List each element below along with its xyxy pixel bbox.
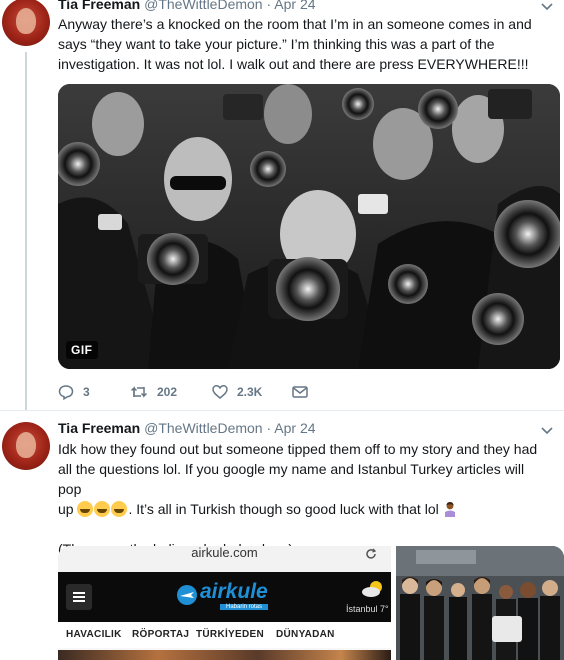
tweet-text-line: Idk how they found out but someone tippe… <box>58 441 538 457</box>
tweet-text-fragment: up <box>58 501 74 517</box>
tweet-text-line: all the questions lol. If you google my … <box>58 461 525 497</box>
tweet-text-line: says “they want to take your picture.” I… <box>58 36 495 52</box>
tweet-actions: 3 202 2.3K <box>58 380 308 404</box>
tweet-text-fragment: . It’s all in Turkish though so good luc… <box>128 501 439 517</box>
chevron-down-icon[interactable] <box>540 0 554 14</box>
article-screenshot-image[interactable]: airkule.com airkule Habarin rotas İstanb… <box>58 546 391 660</box>
group-photo <box>396 546 564 660</box>
display-name[interactable]: Tia Freeman <box>58 420 140 436</box>
gif-badge: GIF <box>66 341 98 359</box>
paparazzi-gif-image <box>58 84 560 369</box>
browser-url: airkule.com <box>191 546 258 560</box>
avatar[interactable] <box>2 0 50 46</box>
hamburger-icon <box>73 592 85 602</box>
display-name[interactable]: Tia Freeman <box>58 0 140 12</box>
airkule-logo-text: airkule <box>200 580 268 603</box>
airkule-tagline: Habarin rotas <box>220 604 269 610</box>
tears-of-joy-emoji <box>111 501 128 517</box>
tears-of-joy-emoji <box>77 501 94 517</box>
avatar-face <box>16 432 36 458</box>
reply-icon <box>58 385 74 400</box>
person-shrugging-emoji <box>444 502 455 517</box>
tweet-text: Idk how they found out but someone tippe… <box>58 439 542 559</box>
tweet-header: Tia Freeman @TheWittleDemon · Apr 24 <box>58 420 316 436</box>
airkule-logo: airkule Habarin rotas <box>176 580 296 614</box>
nav-item-turkiyeden: TÜRKİYEDEN <box>196 629 265 640</box>
reply-count: 3 <box>83 385 90 399</box>
tweet-text: Anyway there’s a knocked on the room tha… <box>58 14 542 74</box>
reply-button[interactable]: 3 <box>58 384 130 400</box>
like-button[interactable]: 2.3K <box>212 384 292 400</box>
tweet-date[interactable]: Apr 24 <box>274 0 315 12</box>
nav-item-roportaj: RÖPORTAJ <box>132 629 190 640</box>
nav-item-havacilik: HAVACILIK <box>66 629 122 640</box>
retweet-button[interactable]: 202 <box>130 384 212 400</box>
thread-line <box>25 52 27 410</box>
retweet-icon <box>130 386 148 398</box>
plane-logo-icon <box>177 585 197 605</box>
site-header: airkule Habarin rotas İstanbul 7° <box>58 572 391 622</box>
tweet-text-line: up . It’s all in Turkish though so good … <box>58 499 542 519</box>
tweet-divider <box>0 410 564 411</box>
separator: · <box>266 420 272 436</box>
tweet-date[interactable]: Apr 24 <box>274 420 315 436</box>
tweet-header: Tia Freeman @TheWittleDemon · Apr 24 <box>58 0 316 12</box>
avatar[interactable] <box>2 422 50 470</box>
tweet-text-line: investigation. It was not lol. I walk ou… <box>58 56 529 72</box>
like-count: 2.3K <box>237 385 263 399</box>
heart-icon <box>212 385 228 399</box>
article-photo-strip <box>58 650 391 660</box>
site-nav: HAVACILIK RÖPORTAJ TÜRKİYEDEN DÜNYADAN <box>58 622 391 648</box>
partly-cloudy-icon <box>362 581 382 597</box>
separator: · <box>266 0 272 12</box>
weather-location: İstanbul 7° <box>346 604 389 614</box>
retweet-count: 202 <box>157 385 178 399</box>
chevron-down-icon[interactable] <box>540 424 554 438</box>
nav-item-dunyadan: DÜNYADAN <box>276 629 335 640</box>
menu-button <box>66 584 92 610</box>
envelope-icon <box>292 386 308 398</box>
tears-of-joy-emoji <box>94 501 111 517</box>
user-handle[interactable]: @TheWittleDemon <box>144 420 262 436</box>
gif-media[interactable]: GIF <box>58 84 560 369</box>
user-handle[interactable]: @TheWittleDemon <box>144 0 262 12</box>
dm-button[interactable] <box>292 385 308 399</box>
browser-bar: airkule.com <box>58 546 391 572</box>
group-photo-image[interactable] <box>396 546 564 660</box>
reload-icon <box>366 548 377 559</box>
tweet-text-line: Anyway there’s a knocked on the room tha… <box>58 16 532 32</box>
avatar-face <box>16 8 36 34</box>
